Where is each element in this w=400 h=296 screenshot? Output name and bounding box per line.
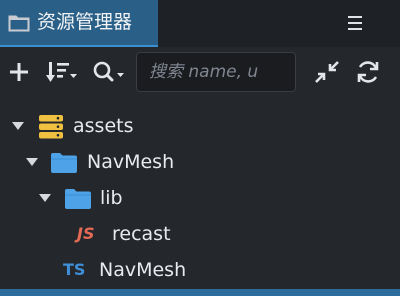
tree-item-label: NavMesh — [99, 259, 187, 281]
search-icon[interactable] — [92, 60, 128, 84]
tree-item-label: lib — [100, 187, 123, 209]
tab-explorer[interactable]: 资源管理器 — [0, 0, 158, 47]
folder-icon — [51, 153, 77, 173]
tree-item-navmesh-script[interactable]: TS NavMesh — [0, 252, 400, 288]
tree-item-assets[interactable]: assets — [0, 108, 400, 144]
search-field[interactable] — [136, 52, 296, 92]
expand-arrow-icon[interactable] — [12, 122, 24, 130]
folder-icon — [65, 189, 91, 209]
selection-highlight — [0, 289, 400, 296]
plus-icon[interactable] — [8, 61, 30, 83]
sort-icon[interactable] — [46, 60, 78, 84]
panel-header: 资源管理器 — [0, 0, 400, 47]
tree-item-recast[interactable]: JS recast — [0, 216, 400, 252]
folder-icon — [8, 15, 30, 32]
collapse-all-icon[interactable] — [313, 59, 341, 85]
tree-item-label: recast — [112, 223, 171, 245]
tree-item-label: assets — [73, 115, 134, 137]
typescript-file-icon: TS — [63, 260, 86, 279]
tree-item-lib-folder[interactable]: lib — [0, 180, 400, 216]
tree-item-label: NavMesh — [87, 151, 175, 173]
refresh-icon[interactable] — [355, 59, 381, 85]
toolbar — [0, 47, 400, 99]
panel-title: 资源管理器 — [37, 11, 133, 33]
hamburger-menu-icon[interactable] — [342, 13, 366, 33]
database-icon — [39, 115, 63, 139]
asset-tree: assets NavMesh lib JS recast TS NavMesh — [0, 105, 400, 290]
expand-arrow-icon[interactable] — [26, 158, 38, 166]
expand-arrow-icon[interactable] — [39, 194, 51, 202]
search-input[interactable] — [137, 53, 295, 91]
javascript-file-icon: JS — [77, 224, 95, 243]
tree-item-navmesh-folder[interactable]: NavMesh — [0, 144, 400, 180]
